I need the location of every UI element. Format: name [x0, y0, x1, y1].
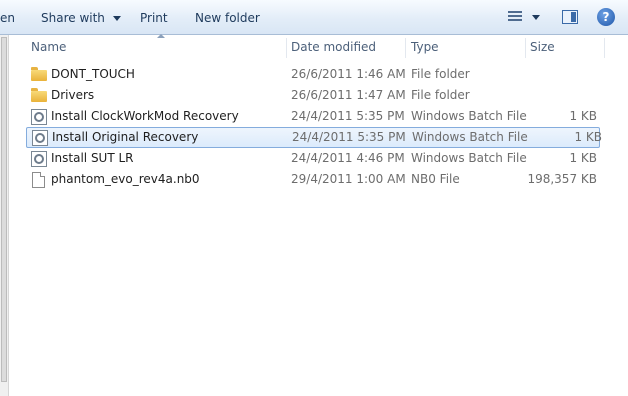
batch-file-icon [31, 109, 47, 125]
chevron-down-icon[interactable] [532, 15, 540, 20]
change-view-icon[interactable] [508, 11, 522, 23]
file-type: Windows Batch File [411, 109, 527, 123]
file-date: 24/4/2011 5:35 PM [292, 130, 406, 144]
file-icon [32, 172, 45, 188]
column-header-row: Name Date modified Type Size [10, 34, 628, 60]
share-with-button[interactable]: Share with [41, 10, 121, 26]
scrollbar-thumb[interactable] [1, 37, 7, 382]
file-row-install-clockworkmod-recovery[interactable]: Install ClockWorkMod Recovery 24/4/2011 … [10, 106, 610, 127]
column-header-size[interactable]: Size [525, 36, 604, 58]
file-date: 24/4/2011 4:46 PM [291, 151, 405, 165]
file-size: 1 KB [574, 130, 602, 144]
file-name: Install SUT LR [51, 151, 134, 165]
file-name: DONT_TOUCH [51, 67, 135, 81]
file-size: 1 KB [569, 151, 597, 165]
command-bar: en Share with Print New folder ? [0, 0, 628, 35]
batch-file-icon [32, 130, 48, 146]
new-folder-button[interactable]: New folder [195, 10, 260, 26]
file-date: 29/4/2011 1:00 AM [291, 172, 406, 186]
file-type: Windows Batch File [411, 151, 527, 165]
batch-file-icon [31, 151, 47, 167]
file-date: 26/6/2011 1:47 AM [291, 88, 406, 102]
column-header-date-modified[interactable]: Date modified [286, 36, 405, 58]
file-type: File folder [411, 88, 470, 102]
preview-pane-icon[interactable] [562, 10, 578, 24]
column-header-name[interactable]: Name [26, 36, 286, 58]
file-type: File folder [411, 67, 470, 81]
file-name: Drivers [51, 88, 95, 102]
open-button[interactable]: en [0, 10, 15, 26]
sort-ascending-icon [157, 34, 165, 38]
file-date: 24/4/2011 5:35 PM [291, 109, 405, 123]
file-name: Install Original Recovery [52, 130, 199, 144]
file-row-dont-touch[interactable]: DONT_TOUCH 26/6/2011 1:46 AM File folder [10, 64, 610, 85]
folder-icon [31, 67, 47, 81]
file-row-drivers[interactable]: Drivers 26/6/2011 1:47 AM File folder [10, 85, 610, 106]
file-size: 1 KB [569, 109, 597, 123]
file-name: phantom_evo_rev4a.nb0 [51, 172, 200, 186]
file-type: NB0 File [411, 172, 460, 186]
chevron-down-icon [112, 16, 121, 21]
print-button[interactable]: Print [140, 10, 168, 26]
share-with-label: Share with [41, 11, 105, 25]
help-icon[interactable]: ? [597, 8, 615, 26]
file-list: DONT_TOUCH 26/6/2011 1:46 AM File folder… [10, 64, 610, 190]
file-row-install-sut-lr[interactable]: Install SUT LR 24/4/2011 4:46 PM Windows… [10, 148, 610, 169]
folder-icon [31, 88, 47, 102]
file-name: Install ClockWorkMod Recovery [51, 109, 239, 123]
file-row-phantom-evo-rev4a[interactable]: phantom_evo_rev4a.nb0 29/4/2011 1:00 AM … [10, 169, 610, 190]
navigation-pane-edge[interactable] [0, 35, 9, 396]
column-header-type[interactable]: Type [406, 36, 525, 58]
file-row-install-original-recovery[interactable]: Install Original Recovery 24/4/2011 5:35… [26, 127, 602, 148]
file-type: Windows Batch File [412, 130, 528, 144]
column-divider[interactable] [604, 38, 605, 58]
file-date: 26/6/2011 1:46 AM [291, 67, 406, 81]
file-size: 198,357 KB [527, 172, 597, 186]
